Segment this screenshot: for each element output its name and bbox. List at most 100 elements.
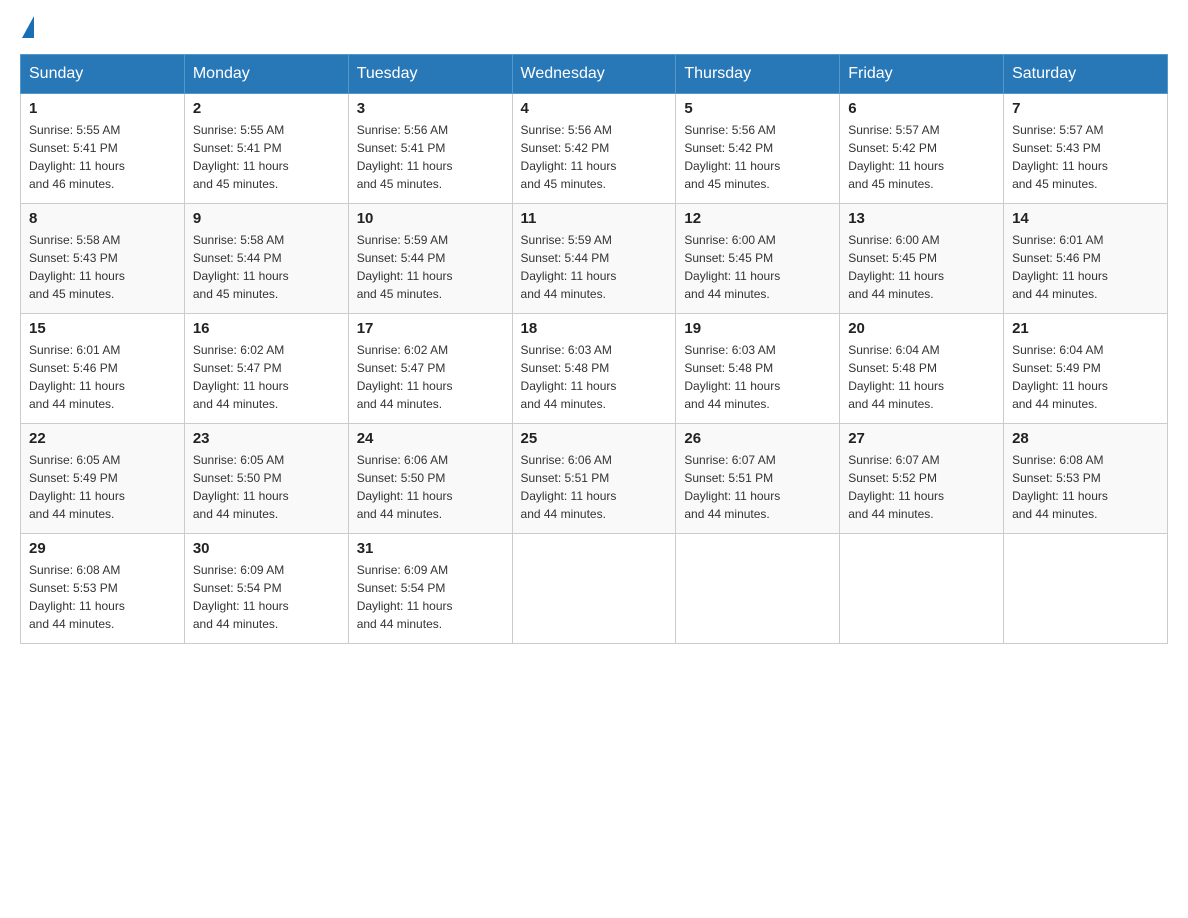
day-number: 26 — [684, 430, 831, 447]
calendar-cell: 12 Sunrise: 6:00 AM Sunset: 5:45 PM Dayl… — [676, 204, 840, 314]
calendar-cell: 31 Sunrise: 6:09 AM Sunset: 5:54 PM Dayl… — [348, 534, 512, 644]
day-info: Sunrise: 6:00 AM Sunset: 5:45 PM Dayligh… — [684, 231, 831, 303]
day-number: 8 — [29, 210, 176, 227]
calendar-cell: 4 Sunrise: 5:56 AM Sunset: 5:42 PM Dayli… — [512, 94, 676, 204]
day-number: 17 — [357, 320, 504, 337]
day-number: 29 — [29, 540, 176, 557]
calendar-cell — [512, 534, 676, 644]
day-number: 25 — [521, 430, 668, 447]
day-info: Sunrise: 6:03 AM Sunset: 5:48 PM Dayligh… — [684, 341, 831, 413]
day-number: 5 — [684, 100, 831, 117]
day-info: Sunrise: 6:06 AM Sunset: 5:50 PM Dayligh… — [357, 451, 504, 523]
day-info: Sunrise: 5:56 AM Sunset: 5:42 PM Dayligh… — [684, 121, 831, 193]
day-number: 14 — [1012, 210, 1159, 227]
calendar-cell: 23 Sunrise: 6:05 AM Sunset: 5:50 PM Dayl… — [184, 424, 348, 534]
calendar-week-row: 15 Sunrise: 6:01 AM Sunset: 5:46 PM Dayl… — [21, 314, 1168, 424]
day-number: 31 — [357, 540, 504, 557]
day-number: 4 — [521, 100, 668, 117]
weekday-header-sunday: Sunday — [21, 55, 185, 94]
calendar-week-row: 8 Sunrise: 5:58 AM Sunset: 5:43 PM Dayli… — [21, 204, 1168, 314]
day-number: 27 — [848, 430, 995, 447]
day-info: Sunrise: 6:06 AM Sunset: 5:51 PM Dayligh… — [521, 451, 668, 523]
weekday-header-friday: Friday — [840, 55, 1004, 94]
weekday-header-wednesday: Wednesday — [512, 55, 676, 94]
day-number: 28 — [1012, 430, 1159, 447]
calendar-week-row: 29 Sunrise: 6:08 AM Sunset: 5:53 PM Dayl… — [21, 534, 1168, 644]
calendar-cell: 17 Sunrise: 6:02 AM Sunset: 5:47 PM Dayl… — [348, 314, 512, 424]
day-info: Sunrise: 5:58 AM Sunset: 5:43 PM Dayligh… — [29, 231, 176, 303]
calendar-cell: 10 Sunrise: 5:59 AM Sunset: 5:44 PM Dayl… — [348, 204, 512, 314]
calendar-cell: 3 Sunrise: 5:56 AM Sunset: 5:41 PM Dayli… — [348, 94, 512, 204]
day-number: 22 — [29, 430, 176, 447]
calendar-cell: 9 Sunrise: 5:58 AM Sunset: 5:44 PM Dayli… — [184, 204, 348, 314]
day-number: 21 — [1012, 320, 1159, 337]
day-info: Sunrise: 5:58 AM Sunset: 5:44 PM Dayligh… — [193, 231, 340, 303]
day-info: Sunrise: 6:09 AM Sunset: 5:54 PM Dayligh… — [357, 561, 504, 633]
day-info: Sunrise: 6:08 AM Sunset: 5:53 PM Dayligh… — [1012, 451, 1159, 523]
day-info: Sunrise: 6:05 AM Sunset: 5:49 PM Dayligh… — [29, 451, 176, 523]
day-info: Sunrise: 6:09 AM Sunset: 5:54 PM Dayligh… — [193, 561, 340, 633]
day-number: 20 — [848, 320, 995, 337]
calendar-cell: 5 Sunrise: 5:56 AM Sunset: 5:42 PM Dayli… — [676, 94, 840, 204]
day-info: Sunrise: 5:56 AM Sunset: 5:41 PM Dayligh… — [357, 121, 504, 193]
day-number: 11 — [521, 210, 668, 227]
day-info: Sunrise: 5:57 AM Sunset: 5:42 PM Dayligh… — [848, 121, 995, 193]
day-info: Sunrise: 5:55 AM Sunset: 5:41 PM Dayligh… — [29, 121, 176, 193]
calendar-cell: 18 Sunrise: 6:03 AM Sunset: 5:48 PM Dayl… — [512, 314, 676, 424]
calendar-cell: 16 Sunrise: 6:02 AM Sunset: 5:47 PM Dayl… — [184, 314, 348, 424]
calendar-table: SundayMondayTuesdayWednesdayThursdayFrid… — [20, 54, 1168, 644]
logo — [20, 20, 34, 34]
day-number: 7 — [1012, 100, 1159, 117]
weekday-header-thursday: Thursday — [676, 55, 840, 94]
day-info: Sunrise: 5:59 AM Sunset: 5:44 PM Dayligh… — [357, 231, 504, 303]
day-number: 13 — [848, 210, 995, 227]
calendar-cell — [1004, 534, 1168, 644]
day-number: 15 — [29, 320, 176, 337]
calendar-cell: 7 Sunrise: 5:57 AM Sunset: 5:43 PM Dayli… — [1004, 94, 1168, 204]
calendar-cell: 24 Sunrise: 6:06 AM Sunset: 5:50 PM Dayl… — [348, 424, 512, 534]
calendar-week-row: 22 Sunrise: 6:05 AM Sunset: 5:49 PM Dayl… — [21, 424, 1168, 534]
calendar-cell: 2 Sunrise: 5:55 AM Sunset: 5:41 PM Dayli… — [184, 94, 348, 204]
calendar-cell — [676, 534, 840, 644]
day-number: 1 — [29, 100, 176, 117]
weekday-header-monday: Monday — [184, 55, 348, 94]
weekday-header-tuesday: Tuesday — [348, 55, 512, 94]
day-info: Sunrise: 6:04 AM Sunset: 5:48 PM Dayligh… — [848, 341, 995, 413]
day-info: Sunrise: 5:59 AM Sunset: 5:44 PM Dayligh… — [521, 231, 668, 303]
page-header — [20, 20, 1168, 34]
day-info: Sunrise: 6:03 AM Sunset: 5:48 PM Dayligh… — [521, 341, 668, 413]
calendar-week-row: 1 Sunrise: 5:55 AM Sunset: 5:41 PM Dayli… — [21, 94, 1168, 204]
day-number: 3 — [357, 100, 504, 117]
calendar-cell: 1 Sunrise: 5:55 AM Sunset: 5:41 PM Dayli… — [21, 94, 185, 204]
calendar-cell: 11 Sunrise: 5:59 AM Sunset: 5:44 PM Dayl… — [512, 204, 676, 314]
day-info: Sunrise: 5:56 AM Sunset: 5:42 PM Dayligh… — [521, 121, 668, 193]
calendar-cell: 15 Sunrise: 6:01 AM Sunset: 5:46 PM Dayl… — [21, 314, 185, 424]
weekday-header-saturday: Saturday — [1004, 55, 1168, 94]
calendar-cell: 19 Sunrise: 6:03 AM Sunset: 5:48 PM Dayl… — [676, 314, 840, 424]
calendar-cell — [840, 534, 1004, 644]
calendar-cell: 8 Sunrise: 5:58 AM Sunset: 5:43 PM Dayli… — [21, 204, 185, 314]
day-number: 19 — [684, 320, 831, 337]
logo-triangle-icon — [22, 16, 34, 38]
day-number: 30 — [193, 540, 340, 557]
day-info: Sunrise: 5:57 AM Sunset: 5:43 PM Dayligh… — [1012, 121, 1159, 193]
day-info: Sunrise: 6:01 AM Sunset: 5:46 PM Dayligh… — [29, 341, 176, 413]
day-info: Sunrise: 6:02 AM Sunset: 5:47 PM Dayligh… — [357, 341, 504, 413]
calendar-cell: 22 Sunrise: 6:05 AM Sunset: 5:49 PM Dayl… — [21, 424, 185, 534]
day-number: 9 — [193, 210, 340, 227]
day-info: Sunrise: 6:00 AM Sunset: 5:45 PM Dayligh… — [848, 231, 995, 303]
calendar-cell: 26 Sunrise: 6:07 AM Sunset: 5:51 PM Dayl… — [676, 424, 840, 534]
day-info: Sunrise: 6:01 AM Sunset: 5:46 PM Dayligh… — [1012, 231, 1159, 303]
calendar-cell: 28 Sunrise: 6:08 AM Sunset: 5:53 PM Dayl… — [1004, 424, 1168, 534]
day-info: Sunrise: 6:02 AM Sunset: 5:47 PM Dayligh… — [193, 341, 340, 413]
calendar-cell: 13 Sunrise: 6:00 AM Sunset: 5:45 PM Dayl… — [840, 204, 1004, 314]
calendar-cell: 6 Sunrise: 5:57 AM Sunset: 5:42 PM Dayli… — [840, 94, 1004, 204]
day-number: 2 — [193, 100, 340, 117]
day-number: 10 — [357, 210, 504, 227]
calendar-cell: 27 Sunrise: 6:07 AM Sunset: 5:52 PM Dayl… — [840, 424, 1004, 534]
day-number: 24 — [357, 430, 504, 447]
calendar-cell: 25 Sunrise: 6:06 AM Sunset: 5:51 PM Dayl… — [512, 424, 676, 534]
day-info: Sunrise: 6:07 AM Sunset: 5:51 PM Dayligh… — [684, 451, 831, 523]
day-number: 23 — [193, 430, 340, 447]
calendar-cell: 21 Sunrise: 6:04 AM Sunset: 5:49 PM Dayl… — [1004, 314, 1168, 424]
